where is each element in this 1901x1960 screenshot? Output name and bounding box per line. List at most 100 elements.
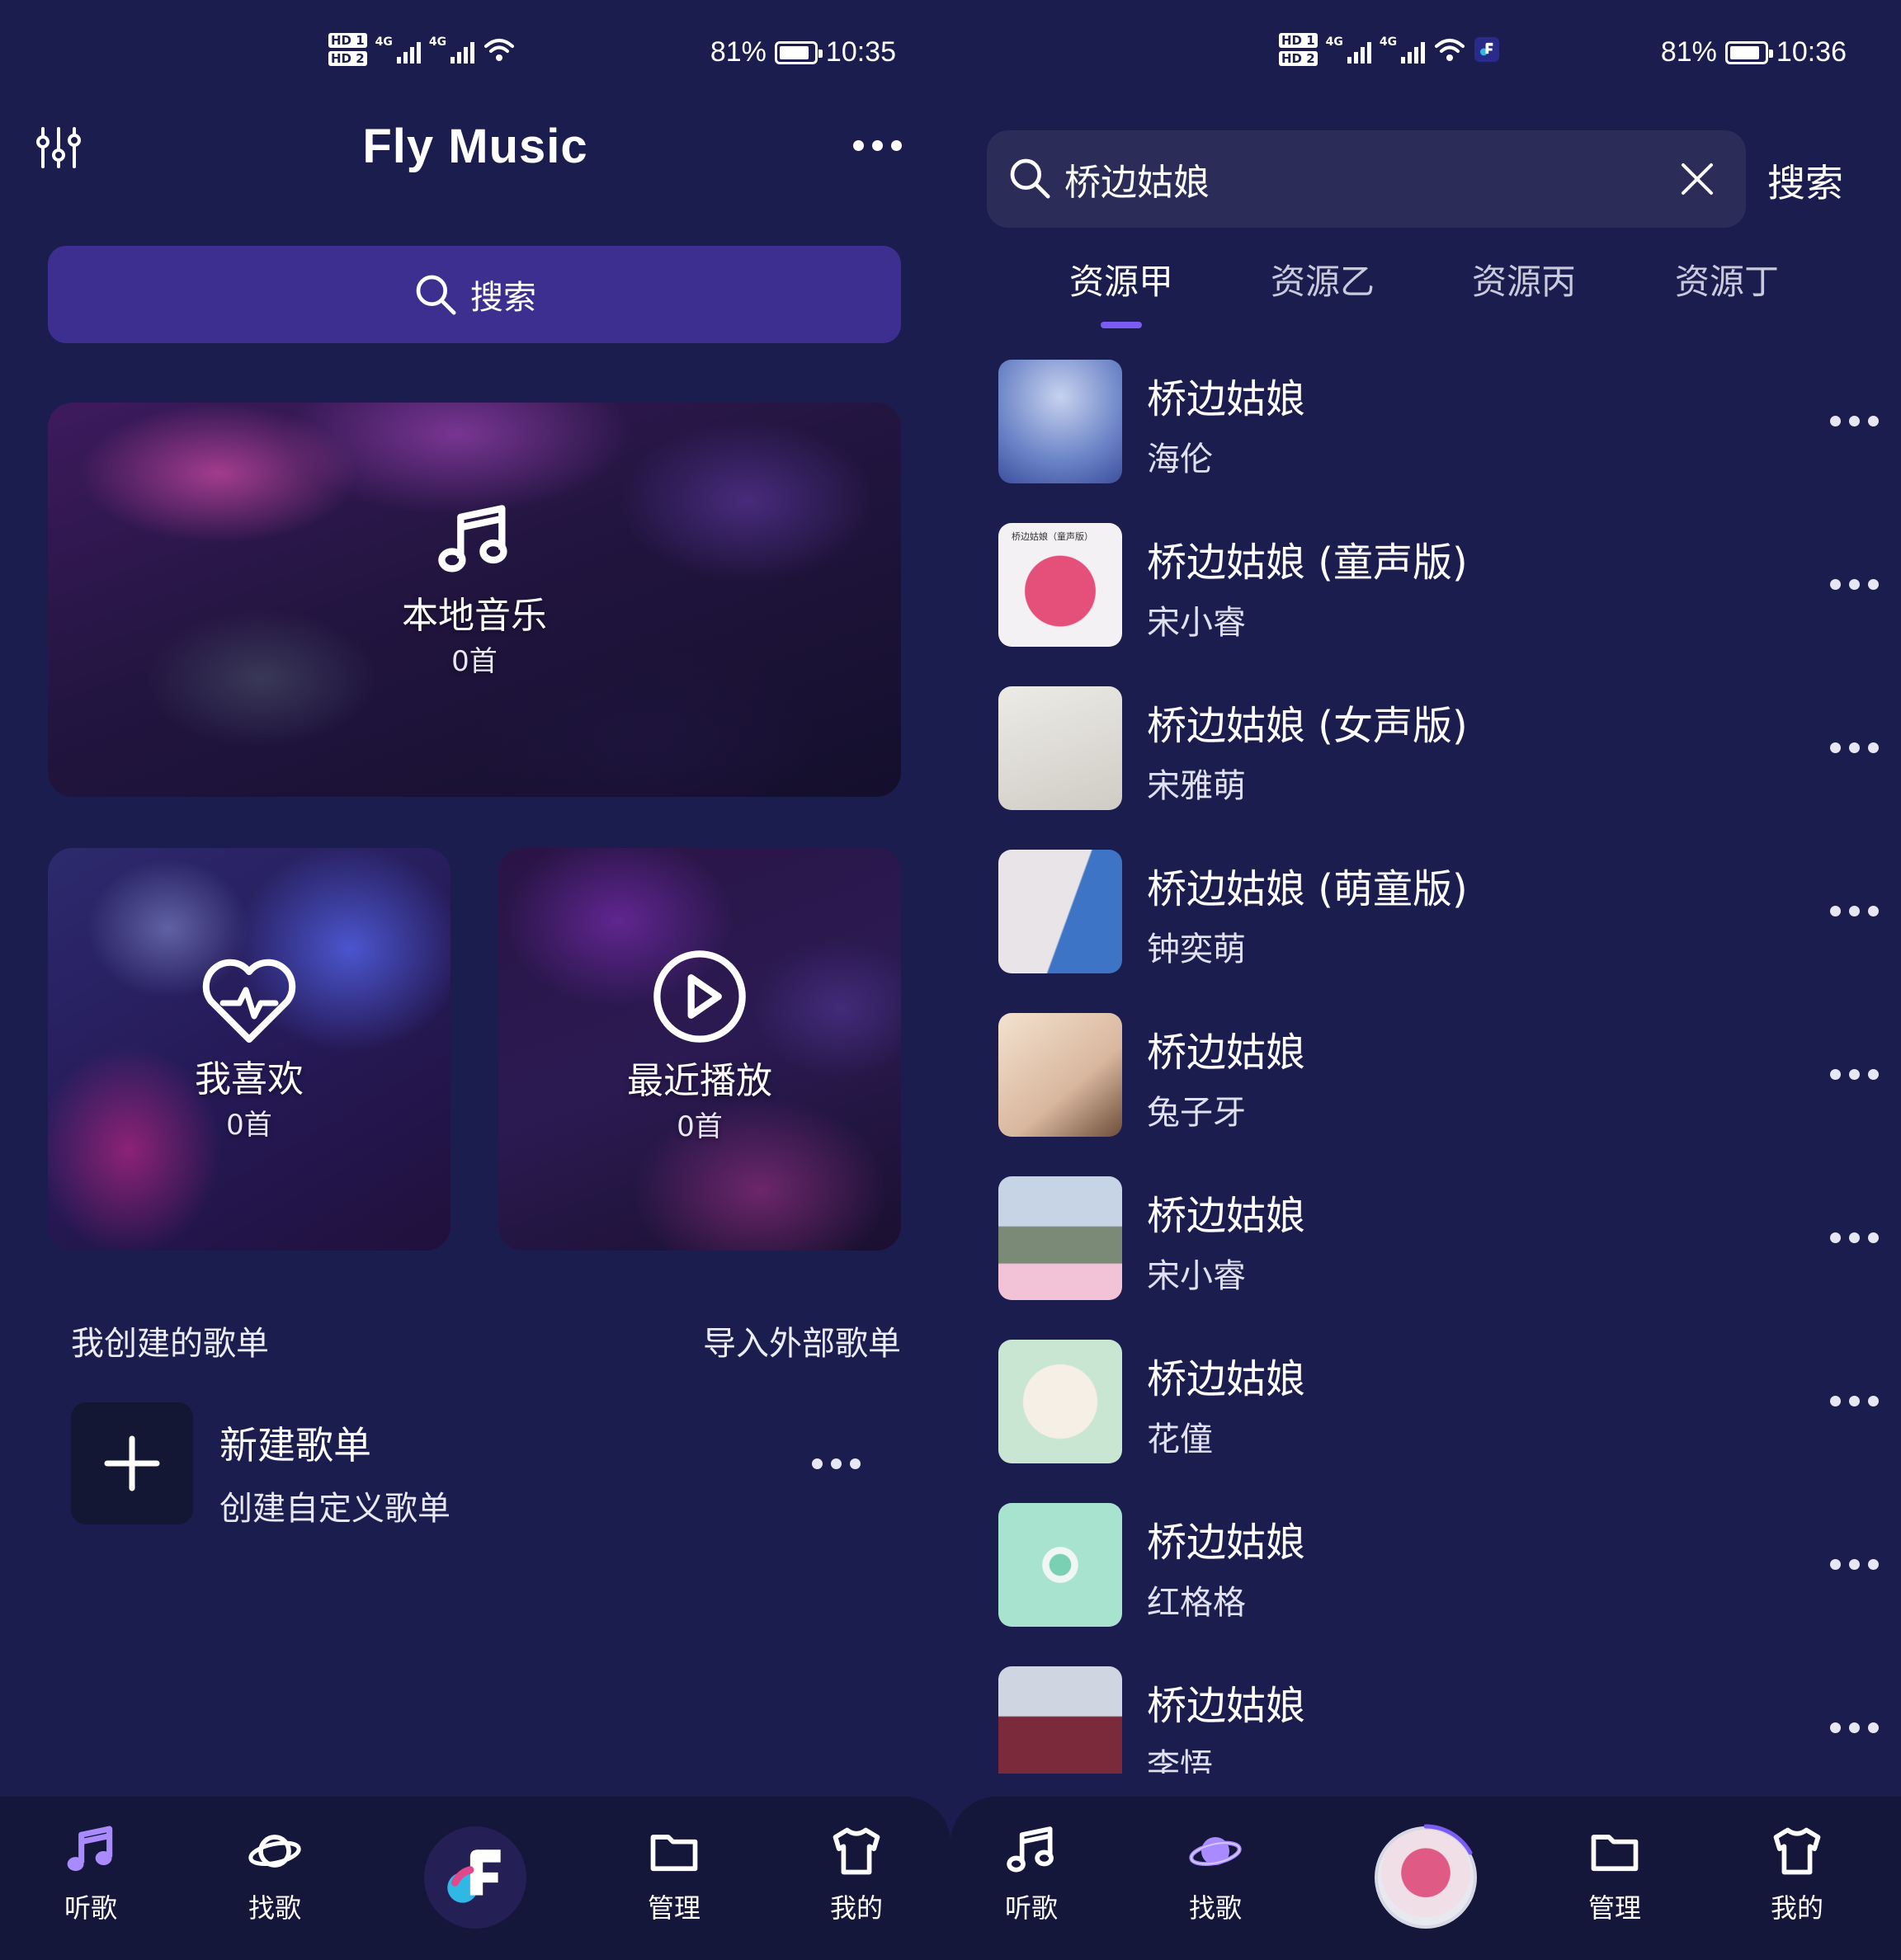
local-music-card[interactable]: 本地音乐 0首 bbox=[48, 403, 901, 797]
search-bar[interactable]: 搜索 bbox=[48, 246, 901, 343]
more-dots-icon[interactable] bbox=[1830, 742, 1879, 753]
folder-icon bbox=[646, 1823, 702, 1879]
list-item[interactable]: 桥边姑娘 (萌童版) 钟奕萌 bbox=[998, 850, 1879, 973]
music-note-icon bbox=[63, 1823, 119, 1879]
more-dots-icon[interactable] bbox=[1830, 1559, 1879, 1570]
favorites-title: 我喜欢 bbox=[195, 1058, 304, 1100]
search-input[interactable] bbox=[1064, 150, 1658, 208]
new-playlist-button[interactable] bbox=[71, 1402, 193, 1524]
nav-find[interactable]: 找歌 bbox=[209, 1823, 341, 1925]
album-cover bbox=[998, 360, 1122, 483]
search-label: 搜索 bbox=[470, 279, 536, 317]
song-title: 桥边姑娘 (女声版) bbox=[1147, 703, 1468, 749]
album-cover: 桥边姑娘（童声版） bbox=[998, 523, 1122, 647]
recent-played-card[interactable]: 最近播放 0首 bbox=[498, 848, 901, 1251]
hd-voice-icon: HD 1 HD 2 bbox=[328, 33, 367, 66]
more-menu-icon[interactable] bbox=[853, 140, 902, 151]
heart-pulse-icon bbox=[202, 959, 296, 1043]
nav-mine-label: 我的 bbox=[829, 1892, 883, 1924]
signal-icon: 4G bbox=[429, 35, 475, 64]
song-title: 桥边姑娘 bbox=[1147, 1683, 1306, 1729]
song-title: 桥边姑娘 bbox=[1147, 1356, 1306, 1402]
more-dots-icon[interactable] bbox=[1830, 579, 1879, 590]
song-artist: 宋小睿 bbox=[1147, 604, 1246, 642]
song-title: 桥边姑娘 bbox=[1147, 1029, 1306, 1076]
more-dots-icon[interactable] bbox=[1830, 416, 1879, 426]
signal-indicators: HD 1 HD 2 4G 4G bbox=[328, 33, 516, 66]
more-dots-icon[interactable] bbox=[1830, 906, 1879, 916]
app-logo-icon bbox=[447, 1849, 501, 1903]
local-music-title: 本地音乐 bbox=[402, 595, 547, 637]
song-artist: 海伦 bbox=[1147, 441, 1213, 478]
search-button[interactable]: 搜索 bbox=[1767, 153, 1843, 208]
wifi-icon bbox=[484, 39, 515, 61]
list-item[interactable]: 桥边姑娘 红格格 bbox=[998, 1503, 1879, 1627]
tab-source-b[interactable]: 资源乙 bbox=[1271, 254, 1375, 304]
song-artist: 宋雅萌 bbox=[1147, 767, 1246, 805]
search-results-list: 桥边姑娘 海伦 桥边姑娘（童声版） 桥边姑娘 (童声版) 宋小睿 桥边姑娘 (女… bbox=[950, 360, 1901, 1774]
list-item[interactable]: 桥边姑娘（童声版） 桥边姑娘 (童声版) 宋小睿 bbox=[998, 523, 1879, 647]
list-item[interactable]: 桥边姑娘 海伦 bbox=[998, 360, 1879, 483]
tab-source-a[interactable]: 资源甲 bbox=[1069, 254, 1173, 304]
nav-manage[interactable]: 管理 bbox=[608, 1823, 740, 1925]
nav-find[interactable]: 找歌 bbox=[1149, 1823, 1281, 1925]
hd-voice-icon: HD 1 HD 2 bbox=[1279, 33, 1318, 66]
list-item[interactable]: 桥边姑娘 宋小睿 bbox=[998, 1176, 1879, 1300]
album-cover bbox=[998, 1340, 1122, 1463]
new-playlist-title[interactable]: 新建歌单 bbox=[219, 1416, 371, 1470]
album-cover bbox=[998, 1013, 1122, 1137]
list-item[interactable]: 桥边姑娘 (女声版) 宋雅萌 bbox=[998, 686, 1879, 810]
recent-played-count: 0首 bbox=[677, 1110, 723, 1143]
more-dots-icon[interactable] bbox=[1830, 1722, 1879, 1733]
battery-percent: 81% bbox=[710, 36, 767, 68]
nav-listen[interactable]: 听歌 bbox=[965, 1823, 1097, 1925]
song-artist: 钟奕萌 bbox=[1147, 931, 1246, 968]
favorites-card[interactable]: 我喜欢 0首 bbox=[48, 848, 450, 1251]
planet-icon bbox=[1187, 1823, 1243, 1879]
more-dots-icon[interactable] bbox=[1830, 1396, 1879, 1406]
battery-percent: 81% bbox=[1660, 36, 1717, 68]
list-item[interactable]: 桥边姑娘 兔子牙 bbox=[998, 1013, 1879, 1137]
more-dots-icon[interactable] bbox=[1830, 1069, 1879, 1080]
nav-manage-label: 管理 bbox=[647, 1892, 700, 1924]
battery-icon bbox=[1724, 40, 1773, 64]
nav-manage[interactable]: 管理 bbox=[1549, 1823, 1681, 1925]
more-dots-icon[interactable] bbox=[1830, 1232, 1879, 1243]
album-cover-text: 桥边姑娘（童声版） bbox=[1012, 531, 1093, 542]
play-circle-icon bbox=[653, 950, 746, 1043]
nav-listen[interactable]: 听歌 bbox=[25, 1823, 157, 1925]
clock: 10:35 bbox=[825, 36, 896, 68]
bottom-nav: 听歌 找歌 管理 我的 bbox=[950, 1797, 1901, 1960]
status-bar: HD 1 HD 2 4G 4G 81% 10:36 bbox=[950, 30, 1901, 82]
my-playlists-heading: 我创建的歌单 bbox=[71, 1325, 269, 1363]
song-artist: 红格格 bbox=[1147, 1584, 1246, 1622]
tab-source-d[interactable]: 资源丁 bbox=[1675, 254, 1779, 304]
folder-icon bbox=[1587, 1823, 1643, 1879]
nav-find-label: 找歌 bbox=[248, 1892, 301, 1924]
album-cover bbox=[998, 686, 1122, 810]
search-results-screen: HD 1HD 2 4G 4G 81% 10:36 搜索 资源甲 资源乙 资源丙 … bbox=[950, 0, 1901, 1960]
nav-listen-label: 听歌 bbox=[64, 1892, 117, 1924]
search-icon bbox=[413, 271, 459, 318]
more-dots-icon[interactable] bbox=[812, 1458, 861, 1469]
tshirt-icon bbox=[1769, 1823, 1825, 1879]
song-title: 桥边姑娘 (萌童版) bbox=[1147, 866, 1468, 912]
list-item[interactable]: 桥边姑娘 李悟 bbox=[998, 1666, 1879, 1774]
plus-icon bbox=[104, 1435, 160, 1491]
tab-source-c[interactable]: 资源丙 bbox=[1472, 254, 1576, 304]
album-cover bbox=[998, 1176, 1122, 1300]
close-icon[interactable] bbox=[1678, 160, 1716, 198]
album-cover bbox=[998, 850, 1122, 973]
list-item[interactable]: 桥边姑娘 花僮 bbox=[998, 1340, 1879, 1463]
song-artist: 李悟 bbox=[1147, 1747, 1213, 1774]
import-playlist-link[interactable]: 导入外部歌单 bbox=[703, 1317, 901, 1364]
song-artist: 宋小睿 bbox=[1147, 1257, 1246, 1295]
nav-mine[interactable]: 我的 bbox=[790, 1823, 922, 1925]
song-title: 桥边姑娘 bbox=[1147, 1193, 1306, 1239]
now-playing-disc[interactable] bbox=[1375, 1824, 1477, 1929]
app-notification-icon bbox=[1474, 37, 1500, 62]
recent-played-title: 最近播放 bbox=[627, 1060, 772, 1102]
nav-mine[interactable]: 我的 bbox=[1731, 1823, 1863, 1925]
app-logo-button[interactable] bbox=[424, 1826, 526, 1929]
home-screen: HD 1 HD 2 4G 4G 81% 10:35 Fly Music 搜索 本地… bbox=[0, 0, 950, 1960]
